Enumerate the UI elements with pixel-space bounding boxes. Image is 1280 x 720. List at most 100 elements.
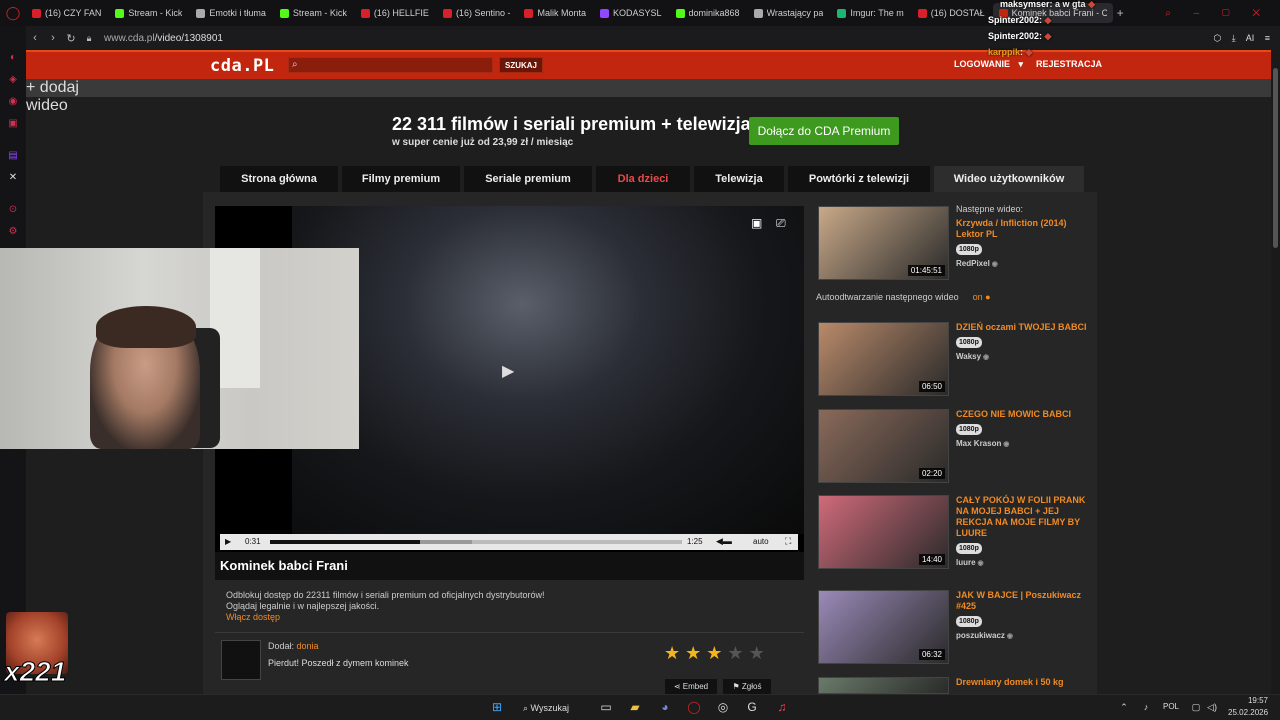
- sidebar-bag-icon[interactable]: ◈: [7, 74, 19, 86]
- fullscreen-icon[interactable]: ⛶: [785, 536, 791, 547]
- browser-tab[interactable]: Stream - Kick: [274, 3, 353, 23]
- language-indicator[interactable]: POL: [1163, 702, 1179, 711]
- add-video-link[interactable]: + dodaj wideo: [26, 79, 96, 115]
- star-icon[interactable]: ★: [749, 643, 765, 664]
- nav-tab[interactable]: Wideo użytkowników: [934, 166, 1084, 192]
- menu-icon[interactable]: ≡: [1265, 33, 1270, 43]
- obs-icon[interactable]: ◎: [715, 699, 731, 715]
- nav-tab[interactable]: Seriale premium: [464, 166, 592, 192]
- opera-icon[interactable]: ◯: [686, 699, 702, 715]
- start-icon[interactable]: ⊞: [489, 699, 505, 715]
- tray-chevron-icon[interactable]: ⌃: [1116, 699, 1132, 715]
- url-field[interactable]: www.cda.pl/video/1308901: [104, 33, 223, 44]
- channel-link[interactable]: RedPixel: [956, 259, 990, 268]
- clock[interactable]: 19:57 25.02.2026: [1228, 695, 1268, 719]
- play-pause-button[interactable]: ▶: [225, 537, 231, 546]
- pip-icon[interactable]: ▣: [751, 216, 762, 230]
- volume-icon[interactable]: ◀▬: [716, 536, 732, 547]
- browser-tab[interactable]: Emotki i tłuma: [190, 3, 272, 23]
- video-title-link[interactable]: JAK W BAJCE | Poszukiwacz #425: [956, 590, 1091, 612]
- music-icon[interactable]: ♫: [774, 699, 790, 715]
- browser-tab[interactable]: Stream - Kick: [109, 3, 188, 23]
- search-input[interactable]: ⌕: [288, 57, 493, 73]
- video-title-link[interactable]: CZEGO NIE MOWIC BABCI: [956, 409, 1091, 420]
- video-title-link[interactable]: CAŁY POKÓJ W FOLII PRANK NA MOJEJ BABCI …: [956, 495, 1091, 539]
- browser-tab[interactable]: KODASYSL: [594, 3, 668, 23]
- nav-tab[interactable]: Telewizja: [694, 166, 784, 192]
- enable-access-link[interactable]: Włącz dostęp: [226, 612, 545, 623]
- quality-selector[interactable]: auto: [753, 537, 769, 546]
- back-icon[interactable]: ‹: [26, 32, 44, 44]
- site-logo[interactable]: cda.PL: [210, 56, 274, 76]
- video-thumbnail[interactable]: 02:20: [818, 409, 949, 483]
- star-icon[interactable]: ★: [706, 643, 722, 664]
- cast-icon[interactable]: ⎚: [776, 216, 786, 231]
- browser-tab[interactable]: Malik Monta: [518, 3, 592, 23]
- reload-icon[interactable]: ↻: [62, 32, 80, 45]
- star-icon[interactable]: ★: [685, 643, 701, 664]
- browser-tab[interactable]: Wrastający pa: [748, 3, 830, 23]
- sidebar-x-icon[interactable]: ✕: [7, 172, 19, 184]
- login-link[interactable]: LOGOWANIE ▾: [954, 59, 1023, 70]
- star-icon[interactable]: ★: [664, 643, 680, 664]
- channel-link[interactable]: Max Krason: [956, 439, 1001, 448]
- search-button[interactable]: SZUKAJ: [499, 57, 543, 73]
- sidebar-twitch-icon[interactable]: ▤: [7, 150, 19, 162]
- progress-bar[interactable]: [270, 540, 682, 544]
- sidebar-settings-icon[interactable]: ⚙: [7, 226, 19, 238]
- microphone-icon[interactable]: ♪: [1138, 699, 1154, 715]
- forward-icon[interactable]: ›: [44, 32, 62, 44]
- video-title-link[interactable]: Krzywda / Infliction (2014) Lektor PL: [956, 218, 1091, 240]
- browser-tab[interactable]: (16) CZY FAN: [26, 3, 107, 23]
- uploader-avatar[interactable]: [221, 640, 261, 680]
- taskbar-search[interactable]: ⌕ Wyszukaj: [523, 700, 583, 716]
- ai-button[interactable]: AI: [1246, 33, 1255, 43]
- channel-link[interactable]: luure: [956, 558, 976, 567]
- sidebar-history-icon[interactable]: ⊙: [7, 204, 19, 216]
- window-controls[interactable]: ⌕ – ▢ ✕: [1165, 8, 1270, 19]
- report-button[interactable]: ⚑ Zgłoś: [723, 679, 771, 694]
- file-explorer-icon[interactable]: ▰: [627, 699, 643, 715]
- rating-stars[interactable]: ★ ★ ★ ★ ★: [664, 643, 765, 664]
- download-icon[interactable]: ⤓: [1232, 33, 1236, 43]
- page-scrollbar[interactable]: [1271, 50, 1280, 694]
- play-icon[interactable]: ▶: [502, 361, 514, 381]
- browser-tab[interactable]: (16) Sentino -: [437, 3, 517, 23]
- extensions-area[interactable]: ⬡ ⤓ AI ≡: [1213, 33, 1270, 44]
- autoplay-toggle[interactable]: on ●: [973, 292, 991, 302]
- nav-tab[interactable]: Powtórki z telewizji: [788, 166, 930, 192]
- network-icon[interactable]: ▢: [1188, 699, 1204, 715]
- video-thumbnail[interactable]: 14:40: [818, 495, 949, 569]
- video-title-link[interactable]: DZIEŃ oczami TWOJEJ BABCI: [956, 322, 1091, 333]
- g-hub-icon[interactable]: G: [744, 699, 760, 715]
- star-icon[interactable]: ★: [727, 643, 743, 664]
- nav-tab[interactable]: Filmy premium: [342, 166, 460, 192]
- browser-tab[interactable]: dominika868: [670, 3, 746, 23]
- sidebar-messenger-icon[interactable]: ◉: [7, 96, 19, 108]
- join-premium-button[interactable]: Dołącz do CDA Premium: [749, 117, 899, 145]
- video-frame[interactable]: [292, 206, 804, 534]
- volume-tray-icon[interactable]: ◁): [1204, 699, 1220, 715]
- channel-link[interactable]: poszukiwacz: [956, 631, 1005, 640]
- video-thumbnail[interactable]: 01:45:51: [818, 206, 949, 280]
- browser-tab[interactable]: (16) HELLFIE: [355, 3, 435, 23]
- browser-tab[interactable]: (16) DOSTAŁ: [912, 3, 991, 23]
- new-tab-icon[interactable]: +: [1117, 6, 1124, 20]
- video-thumbnail[interactable]: [818, 677, 949, 694]
- video-thumbnail[interactable]: 06:50: [818, 322, 949, 396]
- opera-logo-icon[interactable]: ◯: [0, 5, 26, 21]
- channel-link[interactable]: Waksy: [956, 352, 981, 361]
- sidebar-music-icon[interactable]: ▣: [7, 118, 19, 130]
- discord-icon[interactable]: ◕: [657, 699, 673, 715]
- video-title-link[interactable]: Drewniany domek i 50 kg: [956, 677, 1091, 688]
- browser-tab[interactable]: Imgur: The m: [831, 3, 909, 23]
- extension-icon[interactable]: ⬡: [1213, 33, 1221, 43]
- task-view-icon[interactable]: ▭: [598, 699, 614, 715]
- scrollbar-thumb[interactable]: [1273, 68, 1278, 248]
- embed-button[interactable]: ⋖ Embed: [665, 679, 717, 694]
- video-thumbnail[interactable]: 06:32: [818, 590, 949, 664]
- uploader-link[interactable]: donia: [297, 641, 319, 651]
- sidebar-speed-dial-icon[interactable]: ◐: [7, 52, 19, 64]
- register-link[interactable]: REJESTRACJA: [1036, 59, 1102, 69]
- nav-tab[interactable]: Strona główna: [220, 166, 338, 192]
